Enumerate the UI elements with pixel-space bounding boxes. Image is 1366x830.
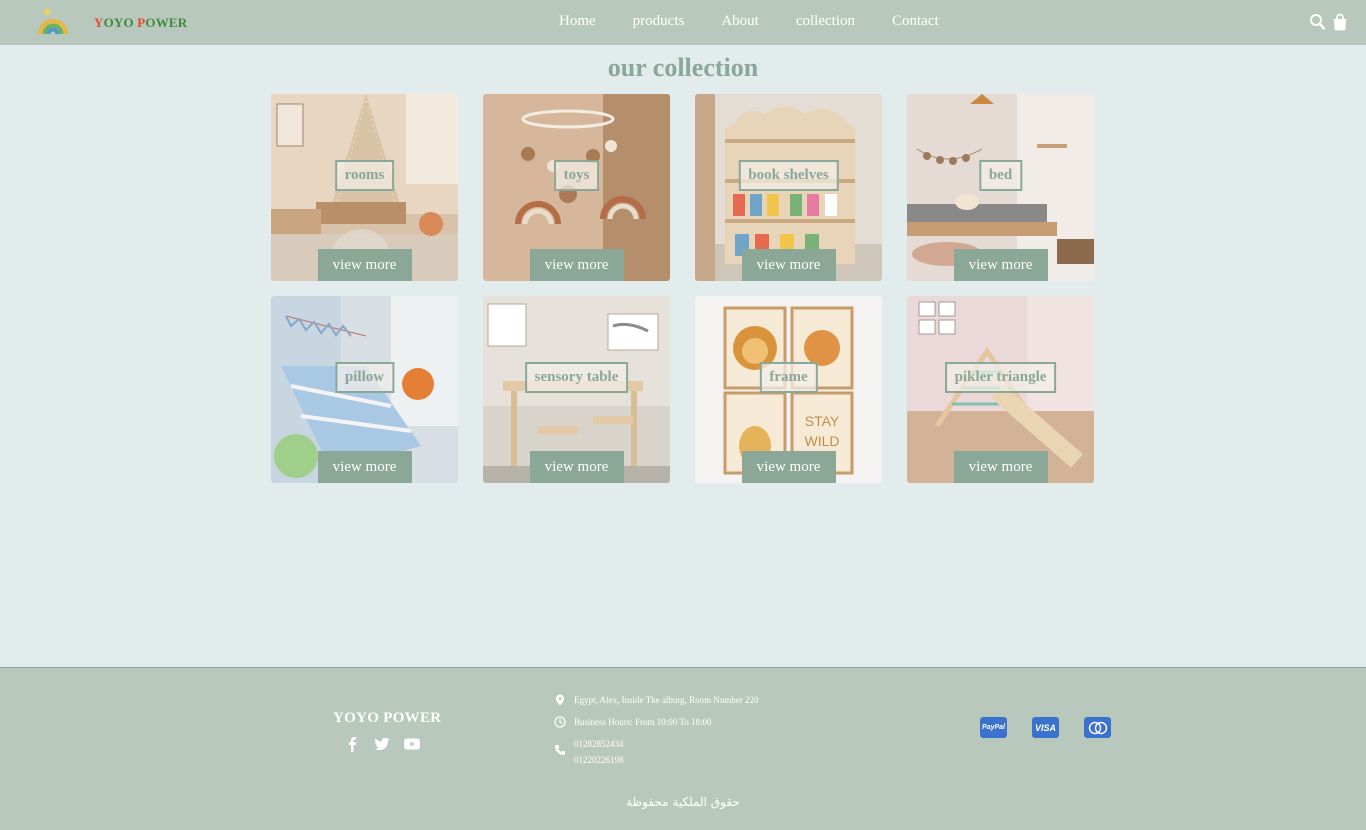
hours-text: Business Hours: From 10:00 To 18:00	[574, 717, 712, 727]
main-nav: Home products About collection Contact	[559, 13, 976, 30]
nav-contact[interactable]: Contact	[892, 13, 939, 30]
view-more-button[interactable]: view more	[741, 249, 836, 281]
clock-icon	[554, 716, 566, 728]
social-links	[344, 736, 420, 752]
twitter-icon[interactable]	[374, 736, 390, 752]
search-icon[interactable]	[1309, 13, 1326, 31]
view-more-button[interactable]: view more	[529, 451, 624, 483]
brand-name[interactable]: YOYO POWER	[94, 15, 187, 31]
payment-methods: PayPal VISA	[980, 717, 1111, 738]
location-pin-icon	[554, 694, 566, 706]
facebook-icon[interactable]	[344, 736, 360, 752]
collection-card-book-shelves[interactable]: book shelves view more	[695, 94, 882, 281]
youtube-icon[interactable]	[404, 736, 420, 752]
brand-letter: Y	[94, 15, 104, 30]
svg-text:STAY: STAY	[805, 413, 840, 429]
visa-badge: VISA	[1032, 717, 1059, 738]
view-more-button[interactable]: view more	[953, 451, 1048, 483]
card-label: bed	[978, 159, 1023, 191]
view-more-button[interactable]: view more	[953, 249, 1048, 281]
page-title: our collection	[607, 53, 759, 82]
collection-card-pillow[interactable]: pillow view more	[271, 296, 458, 483]
mastercard-icon	[1084, 717, 1111, 738]
view-more-button[interactable]: view more	[529, 249, 624, 281]
collection-grid: rooms view more toys view more book shel…	[271, 94, 1097, 483]
contact-info: Egypt, Alex, Inside The alburg, Room Num…	[554, 692, 759, 768]
footer-brand: YOYO POWER	[333, 710, 442, 726]
nav-about[interactable]: About	[721, 13, 759, 30]
phone-icon	[554, 744, 566, 756]
card-label: toys	[553, 159, 600, 191]
card-label: book shelves	[738, 159, 839, 191]
card-label: pikler triangle	[944, 361, 1057, 393]
brand-letter: OWER	[145, 15, 188, 30]
nav-home[interactable]: Home	[559, 13, 596, 30]
address-text: Egypt, Alex, Inside The alburg, Room Num…	[574, 695, 759, 705]
footer: YOYO POWER Egypt, Alex, Inside The albur…	[0, 667, 1366, 830]
shopping-bag-icon[interactable]	[1332, 13, 1349, 31]
rainbow-icon[interactable]	[37, 7, 69, 37]
navbar: YOYO POWER Home products About collectio…	[0, 0, 1366, 45]
card-label: pillow	[334, 361, 395, 393]
collection-card-pikler-triangle[interactable]: pikler triangle view more	[907, 296, 1094, 483]
collection-card-sensory-table[interactable]: sensory table view more	[483, 296, 670, 483]
card-label: rooms	[334, 159, 395, 191]
phone-row: 01282852434 01220226198	[554, 736, 759, 768]
view-more-button[interactable]: view more	[741, 451, 836, 483]
view-more-button[interactable]: view more	[317, 249, 412, 281]
card-label: sensory table	[524, 361, 629, 393]
paypal-badge: PayPal	[980, 717, 1007, 738]
phone-number[interactable]: 01220226198	[574, 752, 759, 768]
nav-icons	[1309, 13, 1349, 31]
svg-text:WILD: WILD	[805, 433, 840, 449]
collection-card-rooms[interactable]: rooms view more	[271, 94, 458, 281]
address-row: Egypt, Alex, Inside The alburg, Room Num…	[554, 692, 759, 708]
collection-card-bed[interactable]: bed view more	[907, 94, 1094, 281]
card-label: frame	[759, 361, 818, 393]
hours-row: Business Hours: From 10:00 To 18:00	[554, 714, 759, 730]
collection-card-frame[interactable]: STAY WILD frame view more	[695, 296, 882, 483]
nav-collection[interactable]: collection	[796, 13, 855, 30]
copyright-text: حقوق الملكية محفوظة	[626, 795, 740, 809]
view-more-button[interactable]: view more	[317, 451, 412, 483]
nav-products[interactable]: products	[633, 13, 685, 30]
brand-letter: OYO	[103, 15, 138, 30]
collection-card-toys[interactable]: toys view more	[483, 94, 670, 281]
phone-number[interactable]: 01282852434	[574, 736, 759, 752]
